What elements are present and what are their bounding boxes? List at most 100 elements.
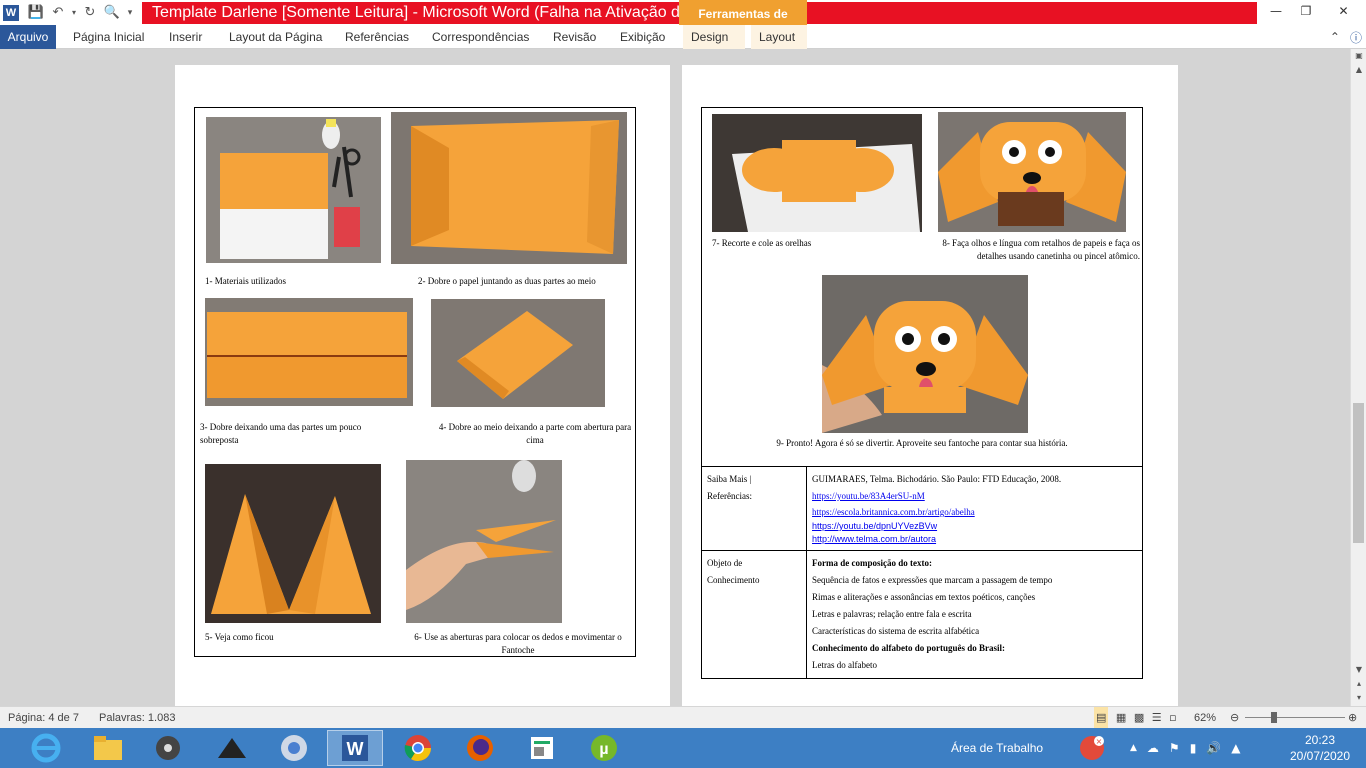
- document-viewer-icon[interactable]: [514, 730, 570, 766]
- clock-time[interactable]: 20:23: [1280, 733, 1360, 747]
- minimize-icon[interactable]: —: [1261, 0, 1291, 22]
- tab-layout[interactable]: Layout: [751, 25, 807, 49]
- utorrent-icon[interactable]: µ: [576, 730, 632, 766]
- view-buttons: ▤ ▦ ▩ ☰ ▫: [1094, 707, 1177, 729]
- web-layout-icon[interactable]: ▩: [1134, 711, 1144, 724]
- objeto-content-cell: Forma de composição do texto: Sequência …: [806, 550, 1143, 679]
- objeto-item: Rimas e aliterações e assonâncias em tex…: [812, 592, 1036, 602]
- photo-overlap-fold: [205, 298, 413, 406]
- photo-finished-puppet: [822, 275, 1028, 433]
- network-icon[interactable]: ▲: [1231, 741, 1240, 755]
- tab-design[interactable]: Design: [683, 25, 745, 49]
- redo-icon[interactable]: ↻: [79, 2, 101, 24]
- svg-text:×: ×: [1096, 737, 1103, 746]
- reference-link[interactable]: https://escola.britannica.com.br/artigo/…: [812, 504, 1137, 520]
- svg-text:µ: µ: [599, 741, 608, 758]
- caption-step-1: 1- Materiais utilizados: [205, 276, 286, 286]
- caption-step-2: 2- Dobre o papel juntando as duas partes…: [418, 276, 596, 286]
- saiba-mais-label-cell: Saiba Mais | Referências:: [701, 466, 807, 551]
- tab-arquivo[interactable]: Arquivo: [0, 25, 56, 49]
- previous-page-icon[interactable]: ▴: [1351, 677, 1366, 691]
- window-controls: — ❐ ✕: [1261, 0, 1366, 25]
- photo-fold-middle: [431, 299, 605, 407]
- desktop-toolbar-label[interactable]: Área de Trabalho: [951, 741, 1043, 755]
- reference-link[interactable]: https://youtu.be/83A4erSU-nM: [812, 488, 1137, 504]
- word-count[interactable]: Palavras: 1.083: [99, 707, 175, 729]
- help-icon[interactable]: ⓘ: [1350, 29, 1362, 46]
- customize-toolbar-icon[interactable]: ▾: [123, 2, 137, 24]
- caption-step-7: 7- Recorte e cole as orelhas: [712, 238, 812, 248]
- chrome-icon-1[interactable]: [266, 730, 322, 766]
- tab-exibicao[interactable]: Exibição: [612, 25, 673, 49]
- minimize-ribbon-icon[interactable]: ⌃: [1330, 30, 1340, 44]
- zoom-out-icon[interactable]: ⊖: [1230, 707, 1239, 729]
- references-table: Saiba Mais | Referências: GUIMARAES, Tel…: [701, 466, 1143, 679]
- app-icon[interactable]: [204, 730, 260, 766]
- show-hidden-icons-icon[interactable]: ▲: [1130, 743, 1137, 753]
- window-title: Template Darlene [Somente Leitura] - Mic…: [142, 2, 679, 24]
- battery-icon[interactable]: ▮: [1190, 741, 1197, 755]
- next-page-icon[interactable]: ▾: [1351, 691, 1366, 705]
- firefox-icon[interactable]: [452, 730, 508, 766]
- references-cell: GUIMARAES, Telma. Bichodário. São Paulo:…: [806, 466, 1143, 551]
- ruler-toggle-icon[interactable]: ▣: [1351, 49, 1366, 63]
- print-preview-icon[interactable]: 🔍: [101, 2, 123, 24]
- undo-icon[interactable]: ↶: [47, 2, 69, 24]
- undo-dropdown-icon[interactable]: ▾: [69, 2, 79, 24]
- caption-step-8: 8- Faça olhos e língua com retalhos de p…: [942, 238, 1140, 261]
- caption-step-5: 5- Veja como ficou: [205, 632, 274, 642]
- media-player-icon[interactable]: [140, 730, 196, 766]
- close-icon[interactable]: ✕: [1321, 0, 1366, 22]
- page-count[interactable]: Página: 4 de 7: [8, 707, 79, 729]
- caption-step-6: 6- Use as aberturas para colocar os dedo…: [414, 632, 622, 655]
- tab-inserir[interactable]: Inserir: [161, 25, 210, 49]
- ribbon-right: ⌃ ⓘ: [1330, 25, 1362, 49]
- table-tools-label: Ferramentas de Tabela: [679, 0, 807, 49]
- word-logo-icon[interactable]: W: [3, 4, 19, 21]
- print-layout-icon[interactable]: ▤: [1094, 707, 1109, 729]
- vertical-scrollbar[interactable]: ▣ ▲ ▼ ▴ ▾: [1350, 49, 1366, 706]
- scroll-up-icon[interactable]: ▲: [1351, 63, 1366, 77]
- volume-icon[interactable]: 🔊: [1206, 741, 1221, 755]
- chrome-icon-2[interactable]: [390, 730, 446, 766]
- tab-pagina-inicial[interactable]: Página Inicial: [65, 25, 152, 49]
- scroll-down-icon[interactable]: ▼: [1351, 663, 1366, 677]
- file-explorer-icon[interactable]: [80, 730, 136, 766]
- title-bar: W 💾 ↶ ▾ ↻ 🔍 ▾ Template Darlene [Somente …: [0, 0, 1366, 49]
- objeto-item: Letras do alfabeto: [812, 660, 877, 670]
- tab-revisao[interactable]: Revisão: [545, 25, 604, 49]
- tab-layout-da-pagina[interactable]: Layout da Página: [221, 25, 330, 49]
- photo-fold-half: [391, 112, 627, 264]
- reference-link[interactable]: https://youtu.be/dpnUYVezBVw: [812, 520, 1137, 533]
- restore-icon[interactable]: ❐: [1291, 0, 1321, 22]
- tab-referencias[interactable]: Referências: [337, 25, 417, 49]
- scroll-thumb[interactable]: [1353, 403, 1364, 543]
- caption-step-9: 9- Pronto! Agora é só se divertir. Aprov…: [776, 438, 1068, 448]
- outline-icon[interactable]: ☰: [1152, 711, 1162, 724]
- notification-app-icon[interactable]: ×: [1066, 730, 1118, 766]
- zoom-slider-track[interactable]: [1245, 717, 1345, 718]
- objeto-item: Características do sistema de escrita al…: [812, 626, 980, 636]
- full-screen-reading-icon[interactable]: ▦: [1116, 711, 1126, 724]
- cloud-icon[interactable]: ☁: [1147, 741, 1159, 755]
- document-area[interactable]: 1- Materiais utilizados 2- Dobre o papel…: [0, 49, 1350, 706]
- objeto-item: Sequência de fatos e expressões que marc…: [812, 575, 1053, 585]
- caption-step-3: 3- Dobre deixando uma das partes um pouc…: [200, 422, 362, 445]
- tab-correspondencias[interactable]: Correspondências: [424, 25, 537, 49]
- draft-icon[interactable]: ▫: [1169, 711, 1176, 724]
- photo-materials: [206, 117, 381, 263]
- saiba-mais-label: Saiba Mais |: [707, 474, 752, 484]
- word-taskbar-button[interactable]: W: [327, 730, 383, 766]
- zoom-level[interactable]: 62%: [1194, 707, 1216, 729]
- clock-date[interactable]: 20/07/2020: [1280, 749, 1360, 763]
- zoom-slider-knob[interactable]: [1270, 712, 1277, 723]
- objeto-label-cell: Objeto de Conhecimento: [701, 550, 807, 679]
- internet-explorer-icon[interactable]: [18, 730, 74, 766]
- photo-hand-puppet: [406, 460, 562, 623]
- action-center-flag-icon[interactable]: ⚑: [1169, 741, 1180, 755]
- zoom-in-icon[interactable]: ⊕: [1348, 707, 1357, 729]
- page-4: 1- Materiais utilizados 2- Dobre o papel…: [175, 65, 670, 706]
- referencias-label: Referências:: [707, 491, 752, 501]
- save-icon[interactable]: 💾: [25, 2, 47, 24]
- reference-link[interactable]: http://www.telma.com.br/autora: [812, 533, 1137, 546]
